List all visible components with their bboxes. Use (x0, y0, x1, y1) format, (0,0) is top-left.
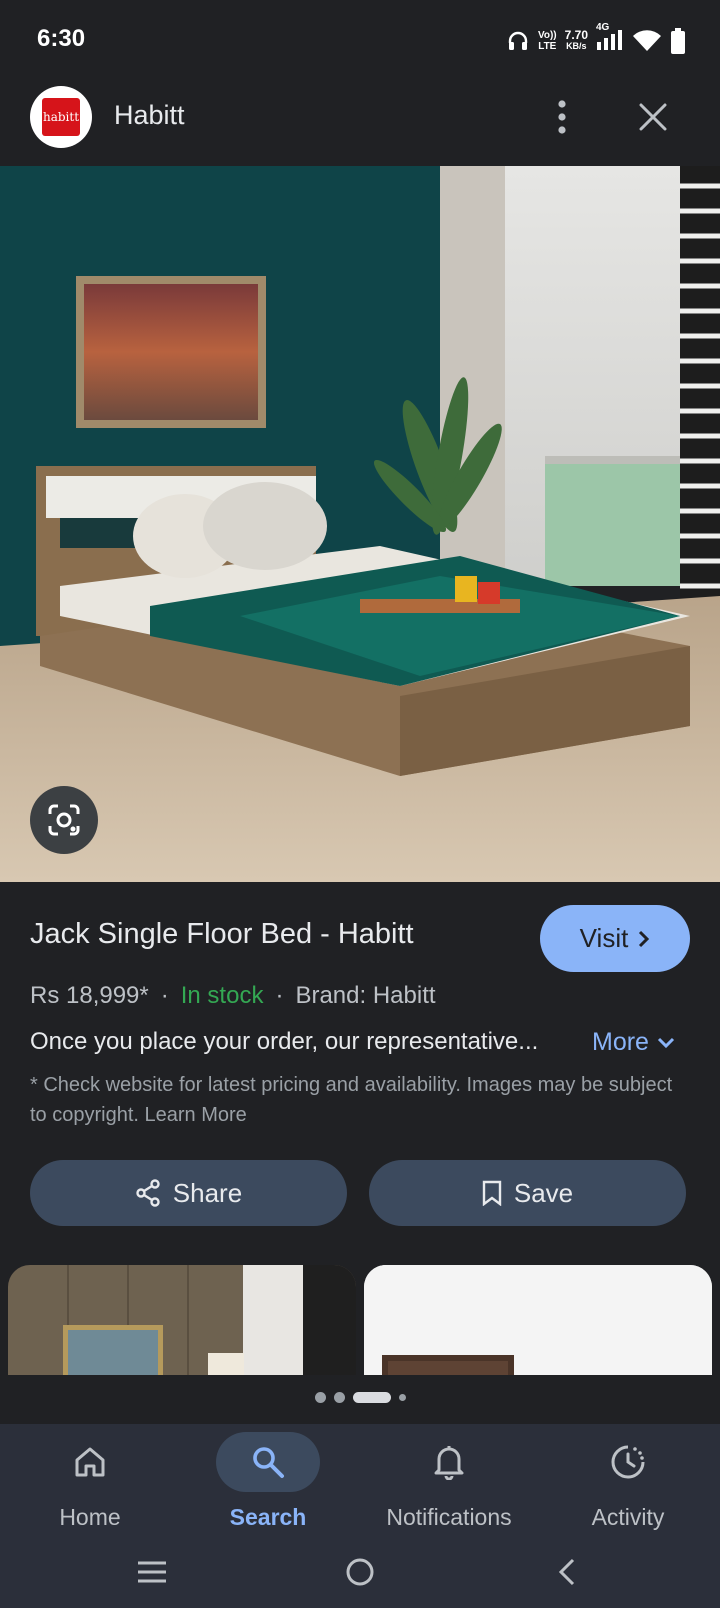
pricing-disclaimer[interactable]: * Check website for latest pricing and a… (30, 1070, 690, 1130)
product-image[interactable] (0, 166, 720, 882)
nav-home[interactable]: Home (0, 1432, 180, 1542)
product-meta: Rs 18,999* · In stock · Brand: Habitt (30, 982, 436, 1010)
battery-icon (671, 28, 685, 54)
status-bar: 6:30 Vo)) LTE 7.70 KB/s 4G (0, 0, 720, 80)
more-button[interactable]: More (592, 1028, 675, 1057)
activity-icon-wrap (576, 1432, 680, 1492)
related-image-2[interactable] (364, 1265, 712, 1375)
volte-indicator: Vo)) LTE (537, 30, 557, 52)
chevron-right-icon (639, 930, 650, 947)
close-icon (639, 103, 667, 131)
home-system-button[interactable] (338, 1550, 382, 1594)
share-label: Share (172, 1177, 243, 1208)
nav-label: Search (229, 1504, 307, 1530)
back-system-button[interactable] (545, 1550, 589, 1594)
more-options-button[interactable] (540, 92, 584, 142)
activity-icon (611, 1445, 645, 1479)
save-button[interactable]: Save (369, 1160, 686, 1226)
nav-label: Notifications (386, 1504, 512, 1530)
thumb2-illustration (364, 1265, 712, 1375)
recent-apps-button[interactable] (130, 1550, 174, 1594)
network-type: 4G (596, 21, 610, 33)
price: Rs 18,999* (30, 982, 149, 1009)
stock-status: In stock (180, 982, 264, 1009)
site-name[interactable]: Habitt (114, 100, 185, 131)
bell-icon-wrap (397, 1432, 501, 1492)
home-icon-wrap (38, 1432, 142, 1492)
lens-search-button[interactable] (30, 786, 98, 854)
headphones-icon (508, 31, 528, 50)
share-icon (136, 1179, 160, 1207)
signal-group: 4G (596, 22, 624, 55)
share-button[interactable]: Share (30, 1160, 347, 1226)
search-icon-wrap (216, 1432, 320, 1492)
wifi-icon (633, 30, 661, 51)
save-label: Save (513, 1177, 574, 1208)
nav-notifications[interactable]: Notifications (359, 1432, 539, 1542)
bookmark-icon (482, 1180, 502, 1206)
carousel-dot-active (352, 1392, 391, 1403)
chevron-down-icon (657, 1037, 675, 1048)
carousel-indicator (0, 1392, 720, 1403)
more-vert-icon (558, 100, 566, 134)
nav-label: Activity (591, 1504, 665, 1530)
carousel-dot (333, 1392, 345, 1403)
speed-indicator: 7.70 KB/s (564, 28, 588, 51)
system-navigation-bar (0, 1540, 720, 1600)
nav-search[interactable]: Search (178, 1432, 358, 1542)
home-icon (75, 1447, 105, 1477)
nav-activity[interactable]: Activity (538, 1432, 718, 1542)
menu-lines-icon (138, 1561, 166, 1583)
circle-home-icon (346, 1558, 374, 1586)
back-chevron-icon (558, 1558, 575, 1586)
carousel-dot (314, 1392, 326, 1403)
related-image-1[interactable] (8, 1265, 356, 1375)
status-time: 6:30 (37, 25, 86, 52)
bed-illustration (0, 166, 720, 882)
carousel-dot (398, 1394, 406, 1401)
product-title: Jack Single Floor Bed - Habitt (30, 918, 414, 950)
thumb1-illustration (8, 1265, 356, 1375)
nav-label: Home (59, 1504, 121, 1530)
site-logo[interactable]: habitt (30, 86, 92, 148)
close-button[interactable] (628, 92, 678, 142)
brand: Brand: Habitt (295, 982, 436, 1009)
search-icon (253, 1447, 284, 1478)
bottom-navigation: Home Search Notifications Activity (0, 1424, 720, 1608)
result-header: habitt Habitt (0, 80, 720, 166)
visit-button[interactable]: Visit (540, 905, 690, 972)
product-description: Once you place your order, our represent… (30, 1028, 539, 1055)
more-label: More (592, 1028, 649, 1056)
visit-label: Visit (579, 923, 629, 953)
separator: · (160, 982, 169, 1009)
lens-camera-icon (48, 804, 80, 836)
separator: · (275, 982, 284, 1009)
logo-mark: habitt (42, 98, 80, 136)
bell-icon (434, 1446, 464, 1480)
status-icons: Vo)) LTE 7.70 KB/s 4G (506, 22, 686, 56)
